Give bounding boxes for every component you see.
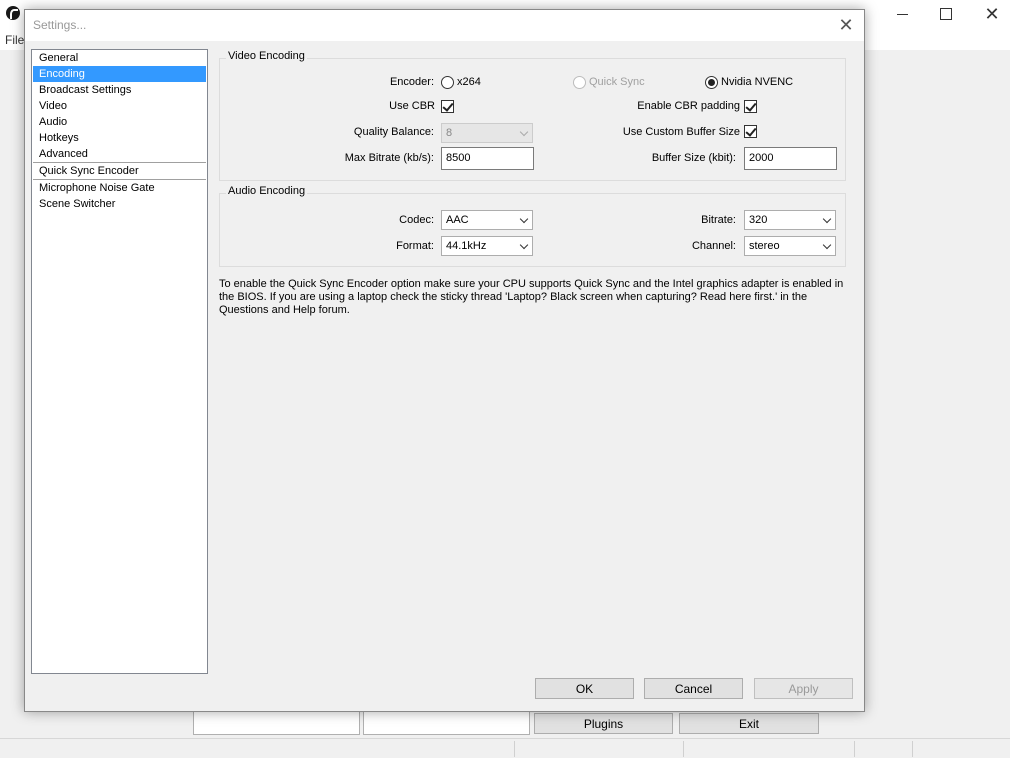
settings-sidebar: General Encoding Broadcast Settings Vide… <box>31 49 208 674</box>
encoder-quicksync-radio <box>573 76 586 89</box>
custom-buffer-checkbox[interactable] <box>744 125 757 138</box>
max-bitrate-label: Max Bitrate (kb/s): <box>344 152 434 164</box>
sidebar-item-audio[interactable]: Audio <box>33 114 206 130</box>
close-icon[interactable]: ✕ <box>982 4 1002 24</box>
minimize-icon[interactable] <box>892 5 912 23</box>
chevron-down-icon <box>519 127 529 137</box>
format-label: Format: <box>396 240 434 252</box>
cbr-padding-checkbox[interactable] <box>744 100 757 113</box>
settings-dialog: Settings... ✕ General Encoding Broadcast… <box>24 9 865 712</box>
audio-encoding-label: Audio Encoding <box>226 185 308 197</box>
chevron-down-icon <box>519 240 529 250</box>
chevron-down-icon <box>822 214 832 224</box>
apply-button: Apply <box>754 678 853 699</box>
encoder-x264-radio[interactable] <box>441 76 454 89</box>
encoder-label: Encoder: <box>389 76 434 88</box>
max-bitrate-input[interactable]: 8500 <box>441 147 534 170</box>
cancel-button[interactable]: Cancel <box>644 678 743 699</box>
sidebar-item-broadcast-settings[interactable]: Broadcast Settings <box>33 82 206 98</box>
quicksync-info-text: To enable the Quick Sync Encoder option … <box>219 278 844 316</box>
channel-label: Channel: <box>691 240 736 252</box>
channel-value: stereo <box>749 240 780 252</box>
sidebar-item-general[interactable]: General <box>33 50 206 66</box>
encoder-x264-label: x264 <box>457 76 481 88</box>
ok-button[interactable]: OK <box>535 678 634 699</box>
channel-select[interactable]: stereo <box>744 236 836 256</box>
menu-file[interactable]: File <box>5 33 24 47</box>
codec-label: Codec: <box>399 214 434 226</box>
status-bar <box>0 738 1010 758</box>
sidebar-item-hotkeys[interactable]: Hotkeys <box>33 130 206 146</box>
scenes-list[interactable] <box>193 709 360 735</box>
dialog-title: Settings... <box>33 18 87 32</box>
dialog-titlebar: Settings... ✕ <box>25 10 864 41</box>
use-cbr-checkbox[interactable] <box>441 100 454 113</box>
format-select[interactable]: 44.1kHz <box>441 236 533 256</box>
quality-balance-value: 8 <box>446 127 453 139</box>
sources-list[interactable] <box>363 709 530 735</box>
sidebar-item-video[interactable]: Video <box>33 98 206 114</box>
sidebar-item-advanced[interactable]: Advanced <box>33 146 206 162</box>
quality-balance-label: Quality Balance: <box>353 126 434 138</box>
exit-button[interactable]: Exit <box>679 713 819 734</box>
bitrate-select[interactable]: 320 <box>744 210 836 230</box>
format-value: 44.1kHz <box>446 240 487 252</box>
buffer-size-input[interactable]: 2000 <box>744 147 837 170</box>
chevron-down-icon <box>822 240 832 250</box>
encoder-quicksync-label: Quick Sync <box>589 76 645 88</box>
codec-value: AAC <box>446 214 469 226</box>
video-encoding-label: Video Encoding <box>226 50 307 62</box>
use-cbr-label: Use CBR <box>389 100 435 112</box>
buffer-size-label: Buffer Size (kbit): <box>651 152 736 164</box>
sidebar-item-quick-sync-encoder[interactable]: Quick Sync Encoder <box>33 163 206 179</box>
sidebar-item-microphone-noise-gate[interactable]: Microphone Noise Gate <box>33 180 206 196</box>
sidebar-item-encoding[interactable]: Encoding <box>33 66 206 82</box>
custom-buffer-label: Use Custom Buffer Size <box>622 126 740 138</box>
bitrate-value: 320 <box>749 214 768 226</box>
codec-select[interactable]: AAC <box>441 210 533 230</box>
sidebar-item-scene-switcher[interactable]: Scene Switcher <box>33 196 206 212</box>
bitrate-label: Bitrate: <box>701 214 736 226</box>
plugins-button[interactable]: Plugins <box>534 713 673 734</box>
encoder-nvenc-radio[interactable] <box>705 76 718 89</box>
maximize-icon[interactable] <box>936 5 956 23</box>
dialog-close-icon[interactable]: ✕ <box>836 14 856 36</box>
encoder-nvenc-label: Nvidia NVENC <box>721 76 794 88</box>
quality-balance-select: 8 <box>441 123 533 143</box>
obs-logo-icon <box>6 6 20 20</box>
cbr-padding-label: Enable CBR padding <box>637 100 740 112</box>
chevron-down-icon <box>519 214 529 224</box>
